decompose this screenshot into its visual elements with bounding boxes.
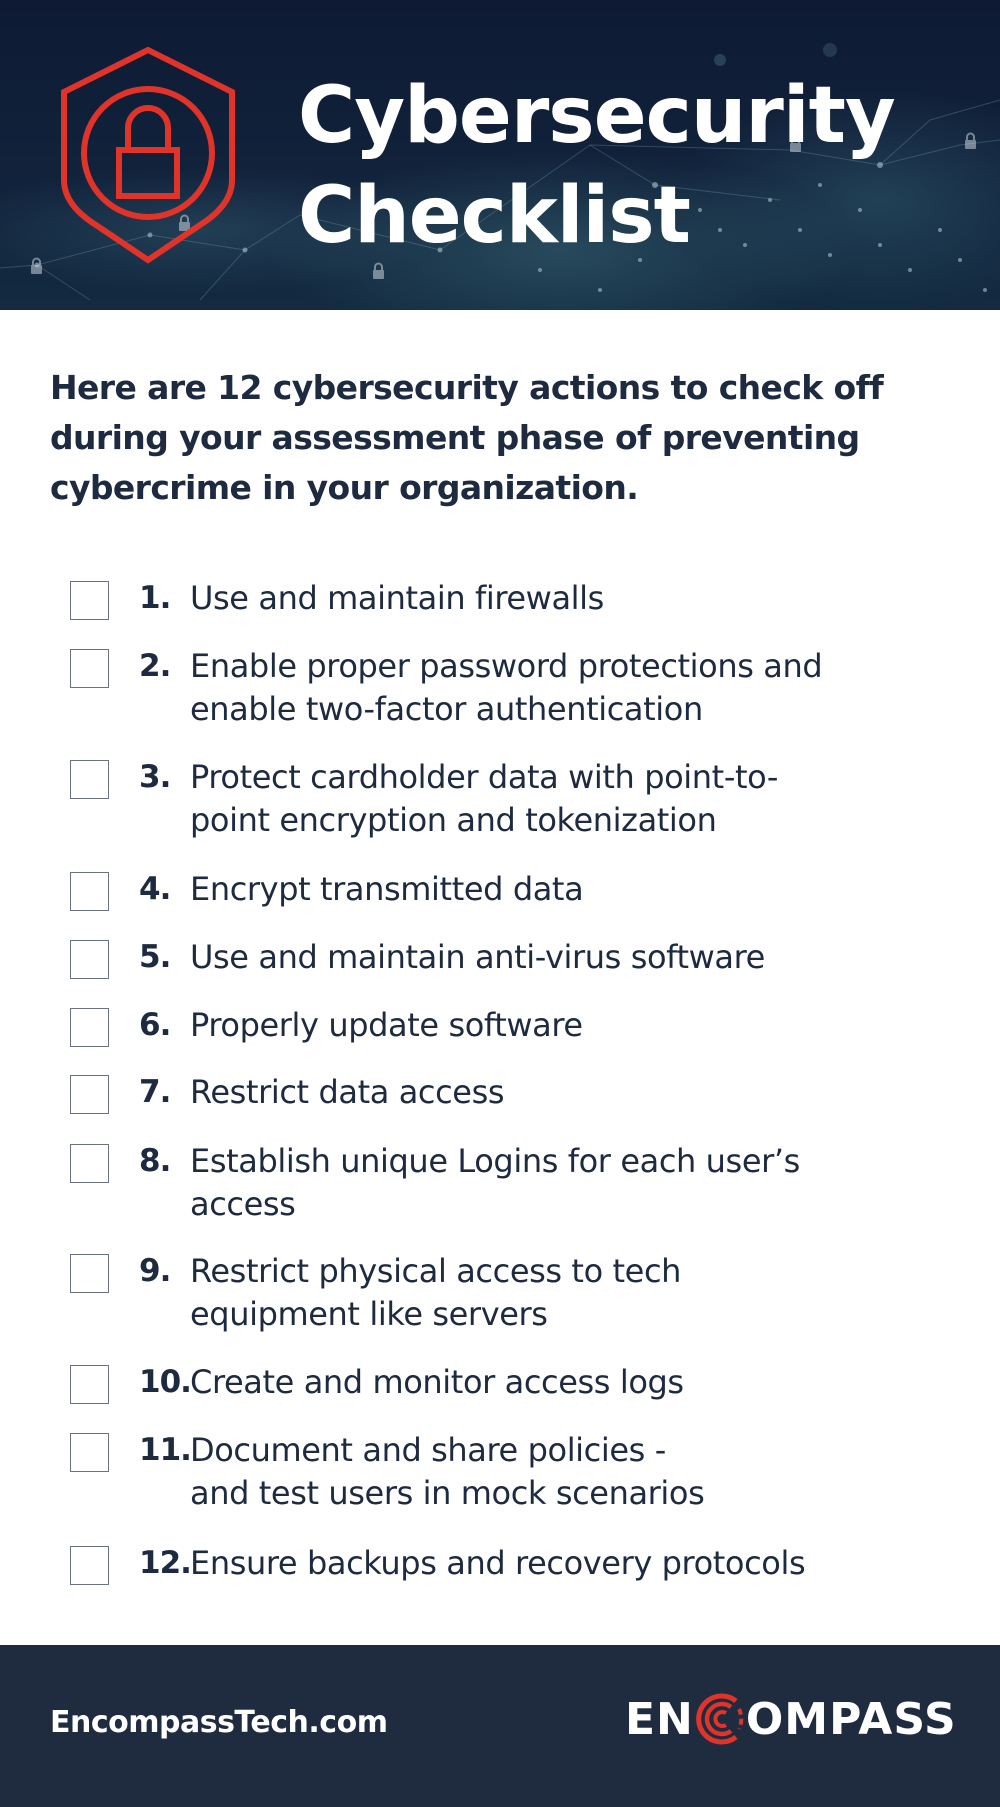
item-number: 7. bbox=[139, 1074, 171, 1110]
item-number: 10. bbox=[139, 1364, 192, 1400]
item-text: Document and share policies - and test u… bbox=[190, 1431, 705, 1512]
item-text: Encrypt transmitted data bbox=[190, 870, 584, 908]
title-line-1: Cybersecurity bbox=[298, 71, 896, 161]
checkbox[interactable] bbox=[70, 1433, 109, 1472]
item-number: 11. bbox=[139, 1432, 192, 1468]
item-number: 8. bbox=[139, 1143, 171, 1179]
item-number: 9. bbox=[139, 1253, 171, 1289]
checkbox[interactable] bbox=[70, 581, 109, 620]
item-text: Create and monitor access logs bbox=[190, 1363, 684, 1401]
item-number: 4. bbox=[139, 871, 171, 907]
header-banner: Cybersecurity Checklist bbox=[0, 0, 1000, 310]
item-text: Use and maintain firewalls bbox=[190, 579, 604, 617]
concentric-c-icon bbox=[696, 1693, 744, 1745]
website-link[interactable]: EncompassTech.com bbox=[50, 1705, 388, 1740]
checkbox[interactable] bbox=[70, 1546, 109, 1585]
checkbox[interactable] bbox=[70, 1254, 109, 1293]
item-number: 1. bbox=[139, 580, 171, 616]
checkbox[interactable] bbox=[70, 760, 109, 799]
checkbox[interactable] bbox=[70, 872, 109, 911]
item-text: Properly update software bbox=[190, 1006, 583, 1044]
checkbox[interactable] bbox=[70, 1365, 109, 1404]
title-line-2: Checklist bbox=[298, 171, 691, 261]
logo-suffix: OMPASS bbox=[745, 1693, 957, 1745]
checkbox[interactable] bbox=[70, 649, 109, 688]
item-text: Restrict physical access to tech equipme… bbox=[190, 1252, 682, 1333]
logo-prefix: EN bbox=[625, 1693, 694, 1745]
item-text: Protect cardholder data with point-to- p… bbox=[190, 758, 779, 839]
intro-text: Here are 12 cybersecurity actions to che… bbox=[50, 368, 884, 507]
page-title: Cybersecurity Checklist bbox=[298, 66, 896, 266]
item-text: Enable proper password protections and e… bbox=[190, 647, 823, 728]
item-number: 6. bbox=[139, 1007, 171, 1043]
item-text: Use and maintain anti-virus software bbox=[190, 938, 765, 976]
checkbox[interactable] bbox=[70, 1008, 109, 1047]
checkbox[interactable] bbox=[70, 1075, 109, 1114]
item-text: Establish unique Logins for each user’s … bbox=[190, 1142, 800, 1223]
checkbox[interactable] bbox=[70, 940, 109, 979]
footer: EncompassTech.com EN OMPASS bbox=[0, 1645, 1000, 1807]
encompass-logo: EN OMPASS bbox=[625, 1689, 957, 1749]
shield-lock-icon bbox=[61, 46, 235, 264]
item-text: Ensure backups and recovery protocols bbox=[190, 1544, 806, 1582]
item-number: 3. bbox=[139, 759, 171, 795]
item-number: 5. bbox=[139, 939, 171, 975]
checkbox[interactable] bbox=[70, 1144, 109, 1183]
item-number: 2. bbox=[139, 648, 171, 684]
item-number: 12. bbox=[139, 1545, 192, 1581]
item-text: Restrict data access bbox=[190, 1073, 505, 1111]
